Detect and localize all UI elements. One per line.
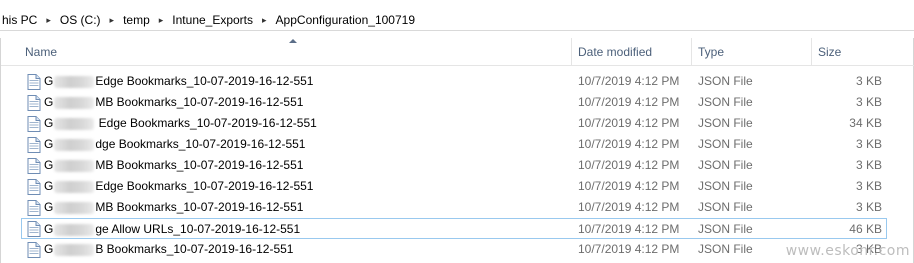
redacted-text (54, 138, 95, 151)
file-size: 3 KB (855, 179, 882, 193)
breadcrumb-item-current-folder[interactable]: AppConfiguration_100719 (274, 13, 417, 27)
redacted-text (54, 201, 95, 214)
chevron-right-icon[interactable]: ▸ (103, 15, 122, 26)
redacted-text (54, 243, 95, 256)
file-row[interactable]: Gge Allow URLs_10-07-2019-16-12-551 10/7/… (21, 218, 887, 239)
json-file-icon (27, 137, 41, 153)
file-name-prefix: G (44, 242, 54, 256)
file-name: G MB Bookmarks_10-07-2019-16-12-551 (44, 92, 303, 113)
breadcrumb-item-drive[interactable]: OS (C:) (58, 13, 103, 27)
file-type: JSON File (698, 137, 753, 151)
chevron-right-icon[interactable]: ▸ (255, 15, 274, 26)
file-row[interactable]: G Edge Bookmarks_10-07-2019-16-12-551 10/7… (1, 176, 914, 197)
column-header-size[interactable]: Size (812, 38, 902, 66)
file-type: JSON File (698, 116, 753, 130)
json-file-icon (27, 179, 41, 195)
file-name-text: dge Bookmarks_10-07-2019-16-12-551 (95, 137, 306, 151)
file-size: 3 KB (855, 158, 882, 172)
file-size: 34 KB (849, 116, 882, 130)
file-name: G Edge Bookmarks_10-07-2019-16-12-551 (44, 176, 313, 197)
redacted-text (54, 223, 95, 236)
breadcrumb-item-this-pc[interactable]: his PC (0, 13, 39, 27)
file-name-text: B Bookmarks_10-07-2019-16-12-551 (95, 242, 294, 256)
json-file-icon (27, 242, 41, 258)
file-row[interactable]: G Edge Bookmarks_10-07-2019-16-12-551 10/7… (1, 71, 914, 92)
watermark: www.eskonr.com (785, 243, 910, 259)
file-name: Gge Allow URLs_10-07-2019-16-12-551 (44, 219, 300, 240)
file-row[interactable]: G MB Bookmarks_10-07-2019-16-12-551 10/7/2… (1, 197, 914, 218)
json-file-icon (27, 95, 41, 111)
file-type: JSON File (698, 179, 753, 193)
file-size: 3 KB (855, 137, 882, 151)
json-file-icon (27, 74, 41, 90)
file-name-text: MB Bookmarks_10-07-2019-16-12-551 (95, 158, 304, 172)
column-header-type[interactable]: Type (692, 38, 811, 66)
file-name: G Edge Bookmarks_10-07-2019-16-12-551 (44, 71, 313, 92)
file-date-modified: 10/7/2019 4:12 PM (578, 179, 680, 193)
file-name-text: ge Allow URLs_10-07-2019-16-12-551 (95, 222, 301, 236)
file-name-text: MB Bookmarks_10-07-2019-16-12-551 (95, 200, 304, 214)
file-date-modified: 10/7/2019 4:12 PM (578, 242, 680, 256)
file-date-modified: 10/7/2019 4:12 PM (578, 222, 680, 236)
json-file-icon (27, 221, 41, 237)
column-header-row: Name Date modified Type Size (1, 38, 914, 66)
file-name: Gdge Bookmarks_10-07-2019-16-12-551 (44, 134, 305, 155)
redacted-text (54, 75, 95, 88)
file-type: JSON File (698, 200, 753, 214)
file-row[interactable]: G MB Bookmarks_10-07-2019-16-12-551 10/7/2… (1, 155, 914, 176)
chevron-right-icon[interactable]: ▸ (39, 15, 58, 26)
file-date-modified: 10/7/2019 4:12 PM (578, 200, 680, 214)
file-name: G MB Bookmarks_10-07-2019-16-12-551 (44, 155, 303, 176)
breadcrumb-item-intune-exports[interactable]: Intune_Exports (170, 13, 255, 27)
breadcrumb: his PC ▸ OS (C:) ▸ temp ▸ Intune_Exports… (0, 11, 417, 29)
file-date-modified: 10/7/2019 4:12 PM (578, 137, 680, 151)
file-name-text: Edge Bookmarks_10-07-2019-16-12-551 (95, 116, 317, 130)
file-date-modified: 10/7/2019 4:12 PM (578, 74, 680, 88)
column-header-name[interactable]: Name (19, 38, 571, 66)
redacted-text (54, 159, 95, 172)
redacted-text (54, 96, 95, 109)
file-name-prefix: G (44, 179, 54, 193)
file-row[interactable]: G Edge Bookmarks_10-07-2019-16-12-551 10/… (1, 113, 914, 134)
file-type: JSON File (698, 74, 753, 88)
breadcrumb-item-temp[interactable]: temp (121, 13, 152, 27)
column-header-date-modified[interactable]: Date modified (572, 38, 691, 66)
file-row[interactable]: G B Bookmarks_10-07-2019-16-12-551 10/7/20… (1, 239, 914, 260)
file-date-modified: 10/7/2019 4:12 PM (578, 95, 680, 109)
redacted-text (54, 180, 95, 193)
file-name: G Edge Bookmarks_10-07-2019-16-12-551 (44, 113, 317, 134)
file-type: JSON File (698, 242, 753, 256)
file-name-prefix: G (44, 200, 54, 214)
file-name-prefix: G (44, 137, 54, 151)
json-file-icon (27, 200, 41, 216)
file-name-prefix: G (44, 116, 54, 130)
file-name: G MB Bookmarks_10-07-2019-16-12-551 (44, 197, 303, 218)
file-size: 3 KB (855, 200, 882, 214)
file-type: JSON File (698, 95, 753, 109)
file-name-text: MB Bookmarks_10-07-2019-16-12-551 (95, 95, 304, 109)
file-size: 3 KB (855, 95, 882, 109)
file-row[interactable]: G MB Bookmarks_10-07-2019-16-12-551 10/7/2… (1, 92, 914, 113)
json-file-icon (27, 116, 41, 132)
file-name-text: Edge Bookmarks_10-07-2019-16-12-551 (95, 74, 314, 88)
address-bar[interactable]: his PC ▸ OS (C:) ▸ temp ▸ Intune_Exports… (0, 0, 914, 38)
file-type: JSON File (698, 158, 753, 172)
file-size: 3 KB (855, 74, 882, 88)
file-date-modified: 10/7/2019 4:12 PM (578, 158, 680, 172)
file-name-text: Edge Bookmarks_10-07-2019-16-12-551 (95, 179, 314, 193)
file-list[interactable]: Name Date modified Type Size G Edge Bookm… (0, 38, 914, 263)
file-date-modified: 10/7/2019 4:12 PM (578, 116, 680, 130)
file-name-prefix: G (44, 222, 54, 236)
file-name: G B Bookmarks_10-07-2019-16-12-551 (44, 239, 293, 260)
file-name-prefix: G (44, 158, 54, 172)
file-row[interactable]: Gdge Bookmarks_10-07-2019-16-12-551 10/7/… (1, 134, 914, 155)
file-name-prefix: G (44, 74, 54, 88)
file-type: JSON File (698, 222, 753, 236)
file-name-prefix: G (44, 95, 54, 109)
address-bar-border (0, 30, 914, 31)
chevron-right-icon[interactable]: ▸ (152, 15, 171, 26)
json-file-icon (27, 158, 41, 174)
file-size: 46 KB (849, 222, 882, 236)
redacted-text (54, 117, 95, 130)
